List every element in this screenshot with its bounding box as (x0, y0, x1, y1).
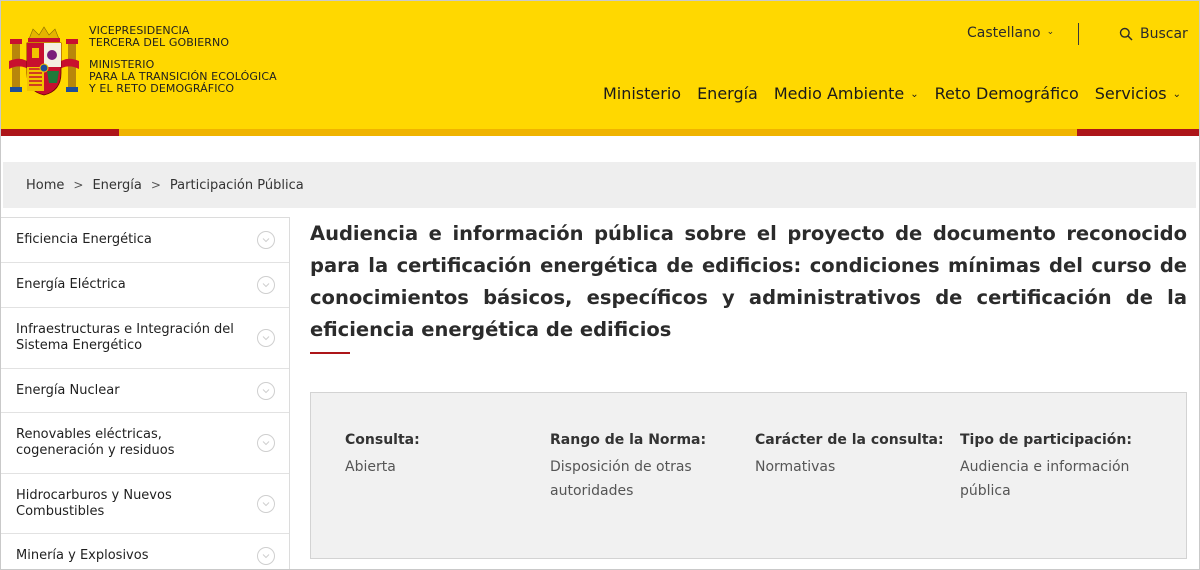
breadcrumb-separator: > (150, 178, 161, 192)
sidebar-item-energia-nuclear[interactable]: Energía Nuclear (1, 369, 289, 413)
expand-icon[interactable] (257, 434, 275, 452)
breadcrumb-home[interactable]: Home (26, 178, 64, 193)
nav-label: Reto Demográfico (934, 84, 1079, 103)
sidebar-item-infraestructuras[interactable]: Infraestructuras e Integración del Siste… (1, 308, 289, 369)
sidebar-item-label: Hidrocarburos y Nuevos Combustibles (16, 487, 172, 519)
search-button[interactable]: Buscar (1119, 26, 1188, 42)
sidebar-item-label: Eficiencia Energética (16, 232, 152, 247)
info-label: Rango de la Norma: (550, 432, 707, 448)
info-caracter: Carácter de la consulta: Normativas (755, 431, 945, 479)
expand-icon[interactable] (257, 276, 275, 294)
nav-label: Ministerio (602, 84, 682, 103)
expand-icon[interactable] (257, 381, 275, 400)
chevron-down-icon: ⌄ (1046, 27, 1055, 37)
chevron-down-icon: ⌄ (1172, 89, 1181, 100)
sidebar-item-hidrocarburos[interactable]: Hidrocarburos y Nuevos Combustibles (1, 474, 289, 534)
language-selector[interactable]: Castellano ⌄ (967, 25, 1054, 41)
breadcrumb: Home > Energía > Participación Pública (3, 162, 1196, 208)
nav-label: Medio Ambiente (773, 84, 905, 103)
expand-icon[interactable] (257, 231, 275, 249)
sidebar-item-label: Energía Eléctrica (16, 277, 126, 292)
page-frame: VICEPRESIDENCIA TERCERA DEL GOBIERNO MIN… (0, 0, 1200, 570)
info-tipo-participacion: Tipo de participación: Audiencia e infor… (960, 431, 1145, 503)
expand-icon[interactable] (257, 547, 275, 565)
expand-icon[interactable] (257, 494, 275, 513)
sidebar-item-mineria[interactable]: Minería y Explosivos (1, 534, 289, 569)
info-rango-norma: Rango de la Norma: Disposición de otras … (550, 431, 720, 503)
breadcrumb-energia[interactable]: Energía (92, 178, 141, 193)
breadcrumb-current: Participación Pública (169, 177, 304, 193)
info-value: Normativas (755, 459, 836, 475)
info-value: Disposición de otras autoridades (550, 459, 692, 499)
sidebar-item-energia-electrica[interactable]: Energía Eléctrica (1, 263, 289, 308)
chevron-down-icon: ⌄ (910, 89, 919, 100)
info-label: Carácter de la consulta: (755, 432, 944, 448)
nav-label: Servicios (1094, 84, 1167, 103)
sidebar-menu: Eficiencia Energética Energía Eléctrica … (1, 217, 290, 569)
sidebar-item-label: Energía Nuclear (16, 382, 120, 398)
sidebar-item-label: Renovables eléctricas, cogeneración y re… (16, 427, 175, 458)
nav-item-medio-ambiente[interactable]: Medio Ambiente ⌄ (774, 84, 919, 103)
language-label: Castellano (967, 25, 1041, 41)
title-underline (310, 352, 350, 354)
nav-label: Energía (697, 84, 758, 103)
header-stripe-accent-left (1, 129, 119, 136)
header-divider (1078, 23, 1079, 45)
ministry-brand[interactable]: VICEPRESIDENCIA TERCERA DEL GOBIERNO MIN… (89, 25, 277, 95)
header-stripe-accent-right (1077, 129, 1199, 136)
sidebar-item-eficiencia-energetica[interactable]: Eficiencia Energética (1, 218, 289, 263)
sidebar-item-renovables[interactable]: Renovables eléctricas, cogeneración y re… (1, 413, 289, 474)
page-title: Audiencia e información pública sobre el… (310, 222, 1187, 341)
info-label: Consulta: (345, 432, 420, 448)
header-stripe (1, 129, 1199, 136)
main-nav: Ministerio Energía Medio Ambiente ⌄ Reto … (603, 84, 1181, 103)
info-value: Abierta (345, 459, 396, 475)
nav-item-ministerio[interactable]: Ministerio (603, 84, 681, 103)
expand-icon[interactable] (257, 329, 275, 347)
nav-item-energia[interactable]: Energía (697, 84, 758, 103)
nav-item-reto-demografico[interactable]: Reto Demográfico (935, 84, 1079, 103)
brand-line: TERCERA DEL GOBIERNO (89, 36, 230, 49)
site-header: VICEPRESIDENCIA TERCERA DEL GOBIERNO MIN… (1, 1, 1199, 136)
sidebar-item-label: Minería y Explosivos (16, 548, 149, 563)
nav-item-servicios[interactable]: Servicios ⌄ (1095, 84, 1181, 103)
search-label: Buscar (1140, 26, 1188, 42)
sidebar-item-label: Infraestructuras e Integración del Siste… (16, 322, 234, 353)
search-icon (1119, 27, 1133, 41)
info-value: Audiencia e información pública (960, 459, 1130, 499)
brand-line: Y EL RETO DEMOGRÁFICO (89, 82, 235, 95)
coat-of-arms-logo[interactable] (9, 25, 79, 99)
info-label: Tipo de participación: (960, 432, 1132, 448)
info-consulta: Consulta: Abierta (345, 431, 535, 479)
breadcrumb-separator: > (73, 178, 84, 192)
consultation-info-box: Consulta: Abierta Rango de la Norma: Dis… (310, 392, 1187, 559)
